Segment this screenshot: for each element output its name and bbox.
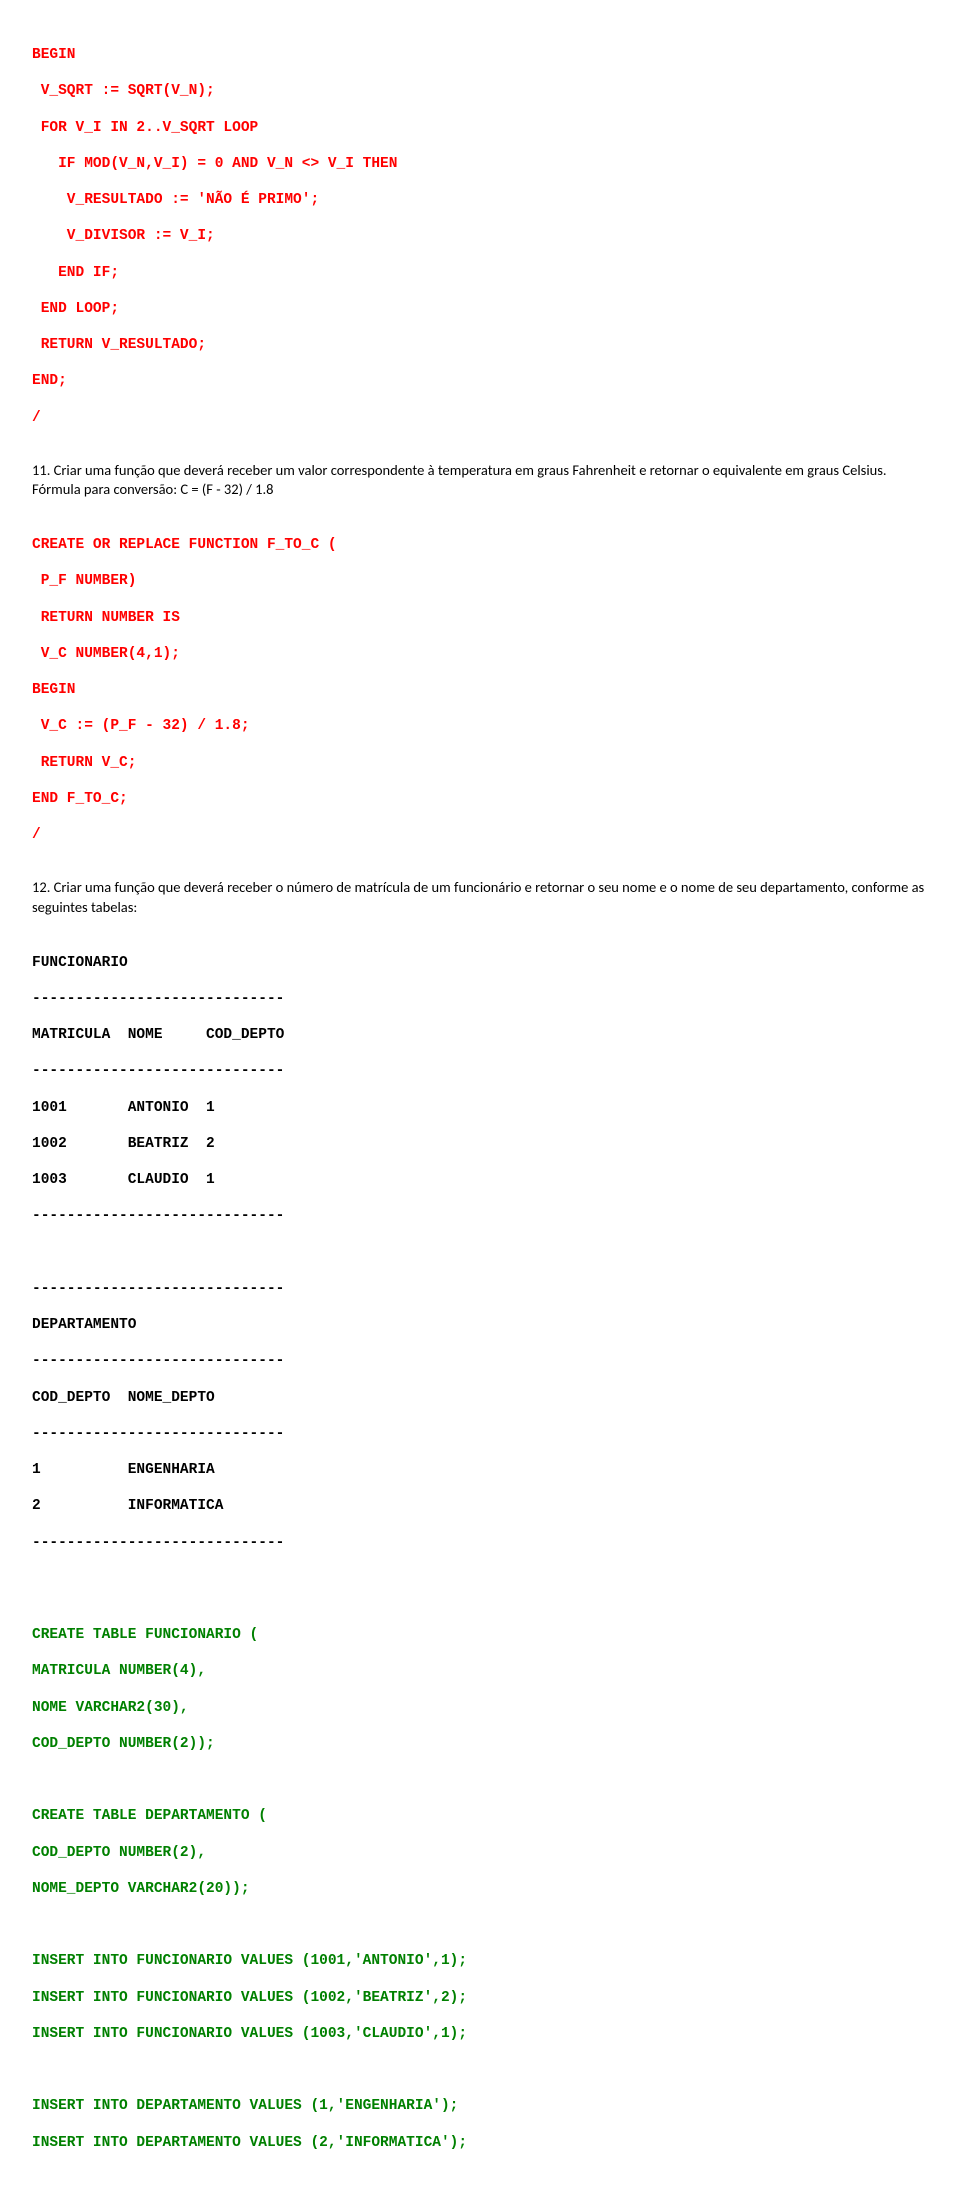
code-line: 2 INFORMATICA	[32, 1498, 223, 1514]
tables-block: FUNCIONARIO ----------------------------…	[32, 936, 928, 1570]
code-line: /	[32, 827, 41, 843]
code-line: NOME_DEPTO VARCHAR2(20));	[32, 1881, 250, 1897]
code-line: V_SQRT := SQRT(V_N);	[32, 83, 215, 99]
code-line: RETURN NUMBER IS	[32, 610, 180, 626]
code-block-3: CREATE TABLE FUNCIONARIO ( MATRICULA NUM…	[32, 1608, 928, 2170]
code-line: DEPARTAMENTO	[32, 1317, 136, 1333]
code-line: -----------------------------	[32, 1208, 284, 1224]
code-line: 1001 ANTONIO 1	[32, 1100, 215, 1116]
code-line: END F_TO_C;	[32, 791, 128, 807]
code-line: COD_DEPTO NUMBER(2));	[32, 1736, 215, 1752]
code-line: INSERT INTO DEPARTAMENTO VALUES (1,'ENGE…	[32, 2098, 458, 2114]
code-block-2: CREATE OR REPLACE FUNCTION F_TO_C ( P_F …	[32, 518, 928, 862]
code-line: END IF;	[32, 265, 119, 281]
code-line: IF MOD(V_N,V_I) = 0 AND V_N <> V_I THEN	[32, 156, 397, 172]
code-line: COD_DEPTO NOME_DEPTO	[32, 1390, 215, 1406]
code-line: CREATE TABLE FUNCIONARIO (	[32, 1627, 258, 1643]
code-line: P_F NUMBER)	[32, 573, 136, 589]
code-line: V_C NUMBER(4,1);	[32, 646, 180, 662]
question-12: 12. Criar uma função que deverá receber …	[32, 878, 928, 917]
code-line: FOR V_I IN 2..V_SQRT LOOP	[32, 120, 258, 136]
code-line: /	[32, 410, 41, 426]
code-line: -----------------------------	[32, 991, 284, 1007]
code-line: MATRICULA NOME COD_DEPTO	[32, 1027, 284, 1043]
code-block-1: BEGIN V_SQRT := SQRT(V_N); FOR V_I IN 2.…	[32, 28, 928, 445]
code-line: BEGIN	[32, 47, 76, 63]
code-line: BEGIN	[32, 682, 76, 698]
code-line: END;	[32, 373, 67, 389]
code-line: INSERT INTO DEPARTAMENTO VALUES (2,'INFO…	[32, 2135, 467, 2151]
code-line: CREATE OR REPLACE FUNCTION F_TO_C (	[32, 537, 337, 553]
code-line: -----------------------------	[32, 1353, 284, 1369]
code-line: RETURN V_RESULTADO;	[32, 337, 206, 353]
code-line: -----------------------------	[32, 1281, 284, 1297]
code-line: 1003 CLAUDIO 1	[32, 1172, 215, 1188]
code-line: MATRICULA NUMBER(4),	[32, 1663, 206, 1679]
code-line: 1 ENGENHARIA	[32, 1462, 215, 1478]
code-line: -----------------------------	[32, 1535, 284, 1551]
code-line: V_DIVISOR := V_I;	[32, 228, 215, 244]
code-line: NOME VARCHAR2(30),	[32, 1700, 189, 1716]
code-line: END LOOP;	[32, 301, 119, 317]
code-line: -----------------------------	[32, 1426, 284, 1442]
code-line: -----------------------------	[32, 1063, 284, 1079]
code-line: FUNCIONARIO	[32, 955, 128, 971]
code-line: 1002 BEATRIZ 2	[32, 1136, 215, 1152]
code-line: INSERT INTO FUNCIONARIO VALUES (1003,'CL…	[32, 2026, 467, 2042]
code-line: COD_DEPTO NUMBER(2),	[32, 1845, 206, 1861]
code-line: V_C := (P_F - 32) / 1.8;	[32, 718, 250, 734]
code-line: INSERT INTO FUNCIONARIO VALUES (1002,'BE…	[32, 1990, 467, 2006]
code-line: CREATE TABLE DEPARTAMENTO (	[32, 1808, 267, 1824]
question-11: 11. Criar uma função que deverá receber …	[32, 461, 928, 500]
code-line: V_RESULTADO := 'NÃO É PRIMO';	[32, 192, 319, 208]
code-line: INSERT INTO FUNCIONARIO VALUES (1001,'AN…	[32, 1953, 467, 1969]
code-line: RETURN V_C;	[32, 755, 136, 771]
